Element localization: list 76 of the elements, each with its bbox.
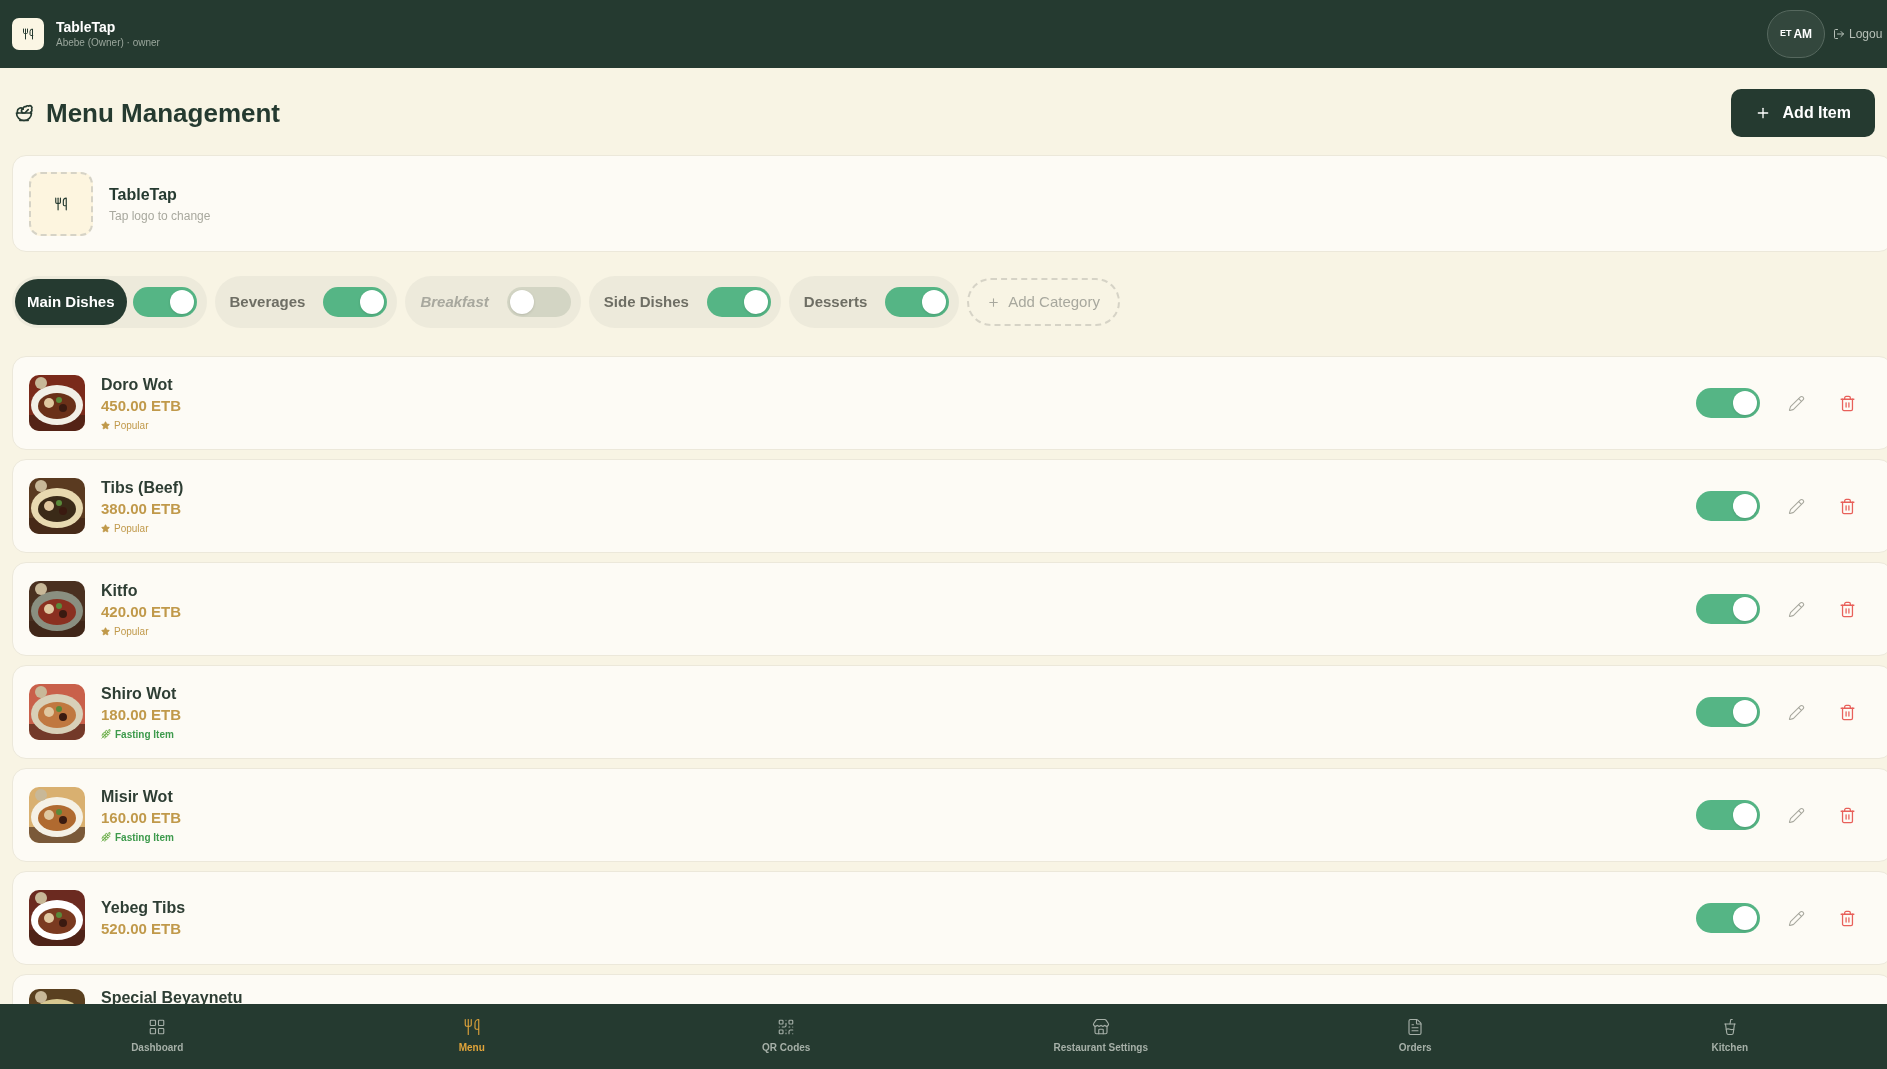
item-tag: Fasting Item [115,726,174,742]
category-chip[interactable]: Main Dishes [12,276,207,328]
star-icon [101,523,110,533]
toggle-switch[interactable] [1696,903,1760,933]
category-tab[interactable]: Desserts [791,279,880,325]
delete-icon[interactable] [1839,703,1856,721]
wheat-icon [101,832,111,842]
logo-hint: Tap logo to change [109,207,211,225]
nav-tab[interactable]: Kitchen [1572,1004,1887,1069]
edit-icon[interactable] [1788,703,1805,721]
item-name: Tibs (Beef) [101,477,184,498]
category-tab[interactable]: Main Dishes [15,279,127,325]
logout-link[interactable]: Logou [1833,25,1887,43]
logo-upload[interactable] [29,171,93,236]
toggle-switch[interactable] [1696,697,1760,727]
star-icon [101,420,110,430]
nav-tab[interactable]: Restaurant Settings [943,1004,1258,1069]
nav-tab[interactable]: Menu [314,1004,629,1069]
store-icon [1091,1018,1110,1036]
delete-icon[interactable] [1839,497,1856,515]
toggle-switch[interactable] [706,287,771,317]
category-chip[interactable]: Side Dishes [588,276,781,328]
item-tag: Fasting Item [115,829,174,845]
nav-tab[interactable]: Orders [1258,1004,1573,1069]
item-price: 160.00 ETB [101,807,182,828]
delete-icon[interactable] [1839,394,1856,412]
item-name: Yebeg Tibs [101,898,186,918]
document-icon [1406,1018,1425,1036]
utensils-icon [22,28,34,40]
delete-icon[interactable] [1839,909,1856,927]
item-price: 180.00 ETB [101,704,182,725]
qr-code-icon [777,1018,796,1036]
category-chip[interactable]: Beverages [214,276,398,328]
edit-icon[interactable] [1788,394,1805,412]
grid-icon [148,1018,167,1036]
toggle-switch[interactable] [323,287,388,317]
delete-icon[interactable] [1839,600,1856,618]
item-tag: Popular [114,623,149,639]
toggle-switch[interactable] [132,287,197,317]
item-price: 520.00 ETB [101,919,183,939]
wheat-icon [101,729,111,739]
item-price: 450.00 ETB [101,395,182,416]
utensils-icon [462,1018,481,1036]
toggle-switch[interactable] [1696,491,1760,521]
item-price: 380.00 ETB [101,498,183,519]
item-tag: Popular [114,417,149,433]
app-logo[interactable] [12,18,44,50]
toggle-switch[interactable] [506,287,571,317]
utensils-icon [54,196,68,211]
user-line: Abebe (Owner) · owner [56,36,160,49]
edit-icon[interactable] [1788,497,1805,515]
edit-icon[interactable] [1788,600,1805,618]
item-name: Misir Wot [101,786,174,807]
category-tab[interactable]: Side Dishes [591,279,701,325]
page-title: Menu Management [46,96,281,130]
restaurant-name: TableTap [109,184,178,205]
logout-icon [1833,28,1845,40]
nav-tab[interactable]: QR Codes [629,1004,944,1069]
toggle-switch[interactable] [885,287,950,317]
item-name: Shiro Wot [101,683,178,704]
edit-icon[interactable] [1788,909,1805,927]
toggle-switch[interactable] [1696,800,1760,830]
app-name: TableTap [56,19,117,36]
item-name: Doro Wot [101,374,174,395]
category-chip[interactable]: Desserts [788,276,960,328]
item-tag: Popular [114,520,149,536]
toggle-switch[interactable] [1696,594,1760,624]
category-tab[interactable]: Beverages [217,279,318,325]
toggle-switch[interactable] [1696,388,1760,418]
add-item-button[interactable]: Add Item [1730,89,1875,137]
item-price: 420.00 ETB [101,601,182,622]
plus-icon [987,295,1001,309]
delete-icon[interactable] [1839,806,1856,824]
star-icon [101,626,110,636]
item-name: Kitfo [101,580,139,601]
edit-icon[interactable] [1788,806,1805,824]
